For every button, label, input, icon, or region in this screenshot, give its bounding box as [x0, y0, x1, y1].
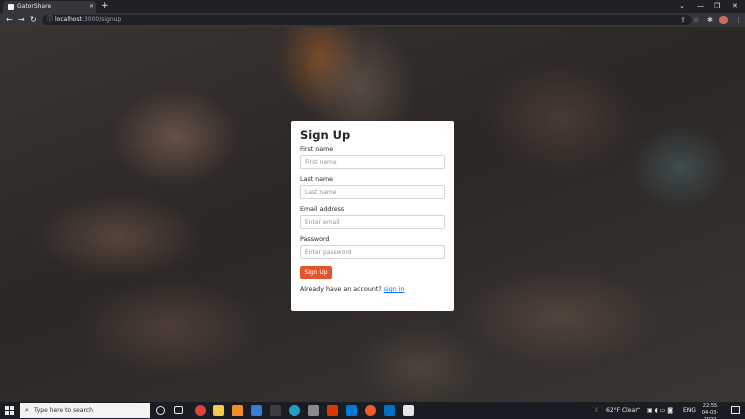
reload-button[interactable]: ↻	[30, 15, 37, 25]
windows-start-icon[interactable]	[5, 406, 14, 415]
search-icon: ⌕	[25, 406, 29, 414]
taskbar-clock[interactable]: 22:55 04-03-2022	[696, 403, 724, 419]
browser-menu-icon[interactable]: ⋮	[735, 15, 742, 25]
tab-title: GatorShare	[17, 3, 52, 10]
share-icon[interactable]: ⇪	[680, 15, 686, 25]
url-text: localhost:3000/signup	[55, 16, 121, 24]
search-placeholder: Type here to search	[34, 407, 93, 414]
new-tab-button[interactable]: +	[101, 1, 109, 11]
email-input[interactable]	[300, 215, 445, 229]
windows-taskbar: ⌕ Type here to search ☾ 62°F Clear ⌃ ▣ ◖…	[0, 402, 745, 419]
page-title: Sign Up	[300, 128, 351, 142]
taskbar-search-input[interactable]: ⌕ Type here to search	[20, 403, 150, 418]
task-view-icon[interactable]	[174, 406, 183, 414]
cortana-icon[interactable]	[156, 406, 165, 415]
browser-toolbar: ← → ↻ ⓘ localhost:3000/signup ⇪ ☆ ✱ ⋮	[0, 13, 745, 27]
clock-date: 04-03-2022	[701, 410, 719, 419]
tray-chevron-icon[interactable]: ⌃	[636, 406, 641, 415]
tab-close-icon[interactable]: ✕	[89, 3, 94, 11]
password-input[interactable]	[300, 245, 445, 259]
windows-app-icon[interactable]	[308, 405, 319, 416]
first-name-input[interactable]	[300, 155, 445, 169]
page-background: Sign Up First name Last name Email addre…	[0, 27, 745, 402]
weather-icon: ☾	[595, 407, 601, 414]
chrome-icon[interactable]	[195, 405, 206, 416]
url-host: localhost	[55, 16, 82, 23]
last-name-input[interactable]	[300, 185, 445, 199]
email-label: Email address	[300, 206, 345, 213]
close-window-button[interactable]: ✕	[732, 1, 738, 11]
office-icon[interactable]	[327, 405, 338, 416]
profile-avatar[interactable]	[719, 16, 728, 24]
store-icon[interactable]	[251, 405, 262, 416]
vscode-icon[interactable]	[346, 405, 357, 416]
tab-search-icon[interactable]: ⌄	[679, 1, 685, 11]
url-path: :3000/signup	[81, 16, 122, 23]
first-name-label: First name	[300, 146, 334, 153]
weather-text[interactable]: 62°F Clear	[606, 406, 638, 415]
password-label: Password	[300, 236, 330, 243]
back-button[interactable]: ←	[6, 15, 13, 25]
signin-link[interactable]: sign in	[384, 286, 405, 293]
signin-prompt-text: Already have an account?	[300, 286, 382, 293]
tray-icons[interactable]: ▣ ◖ ▭ ◙	[647, 406, 673, 415]
postman-icon[interactable]	[365, 405, 376, 416]
signup-card: Sign Up First name Last name Email addre…	[291, 121, 454, 311]
address-bar[interactable]: ⓘ localhost:3000/signup	[42, 15, 692, 25]
browser-tab-strip: GatorShare ✕ + ⌄ — ❐ ✕	[0, 0, 745, 13]
browser-tab[interactable]: GatorShare ✕	[3, 1, 96, 13]
signin-prompt: Already have an account? sign in	[300, 286, 404, 294]
outlook-icon[interactable]	[384, 405, 395, 416]
forward-button[interactable]: →	[18, 15, 25, 25]
maximize-button[interactable]: ❐	[714, 1, 720, 11]
edge-icon[interactable]	[289, 405, 300, 416]
nvidia-icon[interactable]	[270, 405, 281, 416]
last-name-label: Last name	[300, 176, 333, 183]
language-indicator[interactable]: ENG	[683, 406, 696, 415]
bookmark-star-icon[interactable]: ☆	[693, 15, 699, 25]
clock-time: 22:55	[702, 403, 718, 409]
file-explorer-icon[interactable]	[213, 405, 224, 416]
notification-center-icon[interactable]	[731, 406, 740, 414]
signup-button[interactable]: Sign Up	[300, 266, 332, 279]
vlc-icon[interactable]	[232, 405, 243, 416]
minimize-button[interactable]: —	[697, 1, 704, 11]
site-info-icon[interactable]: ⓘ	[47, 16, 53, 24]
extensions-icon[interactable]: ✱	[707, 15, 713, 25]
favicon-icon	[8, 4, 14, 10]
cypress-icon[interactable]	[403, 405, 414, 416]
